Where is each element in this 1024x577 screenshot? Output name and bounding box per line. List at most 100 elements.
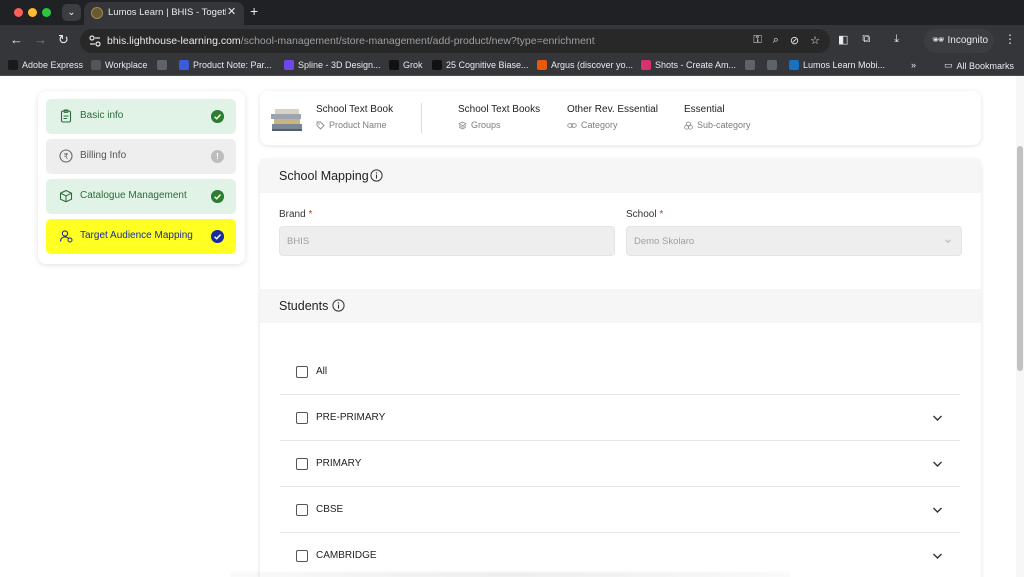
product-summary-card: School Text Book Product Name School Tex… [260, 91, 981, 145]
extension-icon[interactable]: ◧ [838, 33, 848, 46]
clipboard-icon [60, 109, 72, 123]
check-circle-icon [211, 190, 224, 203]
bookmark-item[interactable]: Shots - Create Am... [641, 60, 736, 70]
step-label: Billing Info [80, 150, 127, 161]
checkbox[interactable] [296, 412, 308, 424]
zoom-icon[interactable]: ⌕ [773, 34, 779, 47]
checkbox[interactable] [296, 550, 308, 562]
browser-tab[interactable]: Lumos Learn | BHIS - Togethe ✕ [84, 2, 244, 25]
info-icon[interactable] [332, 299, 345, 312]
forward-arrow-icon[interactable]: → [34, 33, 47, 47]
school-value: Demo Skolaro [634, 236, 695, 247]
page-scrollbar[interactable] [1016, 76, 1024, 577]
lumos-favicon-icon [91, 7, 103, 19]
sub-category-value: Essential [684, 104, 725, 115]
bookmark-star-icon[interactable]: ☆ [810, 34, 820, 47]
bookmark-label: Workplace [105, 60, 148, 70]
brand-label-text: Brand [279, 209, 306, 220]
extension-icons: ◧ ⧉ ⤓ [838, 33, 899, 46]
section-title: Students [279, 299, 329, 313]
step-basic-info[interactable]: Basic info [46, 99, 236, 134]
address-bar[interactable]: bhis.lighthouse-learning.com/school-mana… [80, 29, 830, 53]
browser-tab-bar: ⌄ Lumos Learn | BHIS - Togethe ✕ + [0, 0, 1024, 25]
checkbox[interactable] [296, 458, 308, 470]
bookmark-item[interactable]: Product Note: Par... [179, 60, 272, 70]
footer-shadow [230, 571, 790, 577]
puzzle-extensions-icon[interactable]: ⧉ [862, 33, 870, 46]
student-row-pre-primary[interactable]: PRE-PRIMARY [280, 395, 960, 441]
checkbox[interactable] [296, 366, 308, 378]
chevron-down-icon [945, 239, 951, 244]
bookmark-item[interactable] [745, 60, 755, 70]
school-select[interactable]: Demo Skolaro [626, 226, 962, 256]
bookmark-label: Grok [403, 60, 423, 70]
site-settings-icon[interactable] [88, 34, 102, 48]
maximize-window-button[interactable] [42, 8, 51, 17]
summary-product-name: School Text Book Product Name [316, 104, 393, 130]
chevron-down-icon[interactable] [932, 459, 943, 469]
box-icon [59, 189, 73, 203]
target-audience-card: School Mapping Brand * BHIS School * Dem… [260, 159, 981, 577]
svg-text:₹: ₹ [63, 152, 68, 161]
tracking-protection-icon[interactable]: ⊘ [790, 34, 799, 47]
back-arrow-icon[interactable]: ← [10, 33, 23, 47]
chevron-down-icon[interactable] [932, 551, 943, 561]
bookmark-item[interactable]: Spline - 3D Design... [284, 60, 381, 70]
reload-icon[interactable]: ↻ [58, 33, 69, 47]
brand-field[interactable]: BHIS [279, 226, 615, 256]
brand-value: BHIS [287, 236, 310, 247]
bookmark-item[interactable]: Grok [389, 60, 423, 70]
info-icon[interactable] [370, 169, 383, 182]
student-row-all[interactable]: All [280, 349, 960, 395]
globe-icon [767, 60, 777, 70]
brand-label: Brand * [279, 209, 312, 220]
close-window-button[interactable] [14, 8, 23, 17]
bookmark-item[interactable]: Adobe Express [8, 60, 83, 70]
incognito-indicator[interactable]: 🕶 Incognito [924, 29, 994, 53]
bookmark-item[interactable]: Argus (discover yo... [537, 60, 633, 70]
lumos-icon [789, 60, 799, 70]
bookmark-item[interactable] [157, 60, 167, 70]
url-path: /school-management/store-management/add-… [240, 35, 595, 47]
step-billing-info[interactable]: ₹ Billing Info ! [46, 139, 236, 174]
summary-group: School Text Books Groups [458, 104, 540, 130]
student-group-label: All [316, 366, 328, 377]
new-tab-icon[interactable]: + [250, 4, 258, 18]
all-bookmarks-button[interactable]: ▭ All Bookmarks [944, 60, 1014, 71]
more-bookmarks-button[interactable]: » [911, 60, 916, 70]
checkbox[interactable] [296, 504, 308, 516]
minimize-window-button[interactable] [28, 8, 37, 17]
globe-icon [745, 60, 755, 70]
globe-icon [157, 60, 167, 70]
check-circle-icon [211, 110, 224, 123]
bookmark-label: Argus (discover yo... [551, 60, 634, 70]
step-catalogue-management[interactable]: Catalogue Management [46, 179, 236, 214]
bookmark-item[interactable]: Workplace [91, 60, 147, 70]
category-value: Other Rev. Essential [567, 104, 658, 115]
group-value: School Text Books [458, 104, 541, 115]
password-key-icon[interactable]: ⚿ [753, 34, 761, 47]
product-name-caption: Product Name [329, 120, 387, 130]
step-target-audience-mapping[interactable]: Target Audience Mapping [46, 219, 236, 254]
student-row-primary[interactable]: PRIMARY [280, 441, 960, 487]
product-name-value: School Text Book [316, 104, 394, 115]
student-row-cbse[interactable]: CBSE [280, 487, 960, 533]
students-header: Students [260, 289, 981, 323]
medium-icon [432, 60, 442, 70]
tab-search-chevron-icon[interactable]: ⌄ [62, 4, 81, 21]
school-label-text: School [626, 209, 657, 220]
section-title: School Mapping [279, 169, 369, 183]
bookmark-item[interactable]: Lumos Learn Mobi... [789, 60, 885, 70]
bookmark-label: Adobe Express [22, 60, 84, 70]
bookmark-item[interactable]: 25 Cognitive Biase... [432, 60, 529, 70]
browser-menu-icon[interactable]: ⋮ [1004, 32, 1016, 46]
step-label: Target Audience Mapping [80, 230, 193, 241]
scrollbar-thumb[interactable] [1017, 146, 1023, 371]
bookmark-item[interactable] [767, 60, 777, 70]
chevron-down-icon[interactable] [932, 505, 943, 515]
incognito-icon: 🕶 [932, 35, 945, 46]
group-caption: Groups [471, 120, 501, 130]
tab-close-icon[interactable]: ✕ [227, 5, 236, 18]
download-icon[interactable]: ⤓ [894, 33, 899, 46]
chevron-down-icon[interactable] [932, 413, 943, 423]
